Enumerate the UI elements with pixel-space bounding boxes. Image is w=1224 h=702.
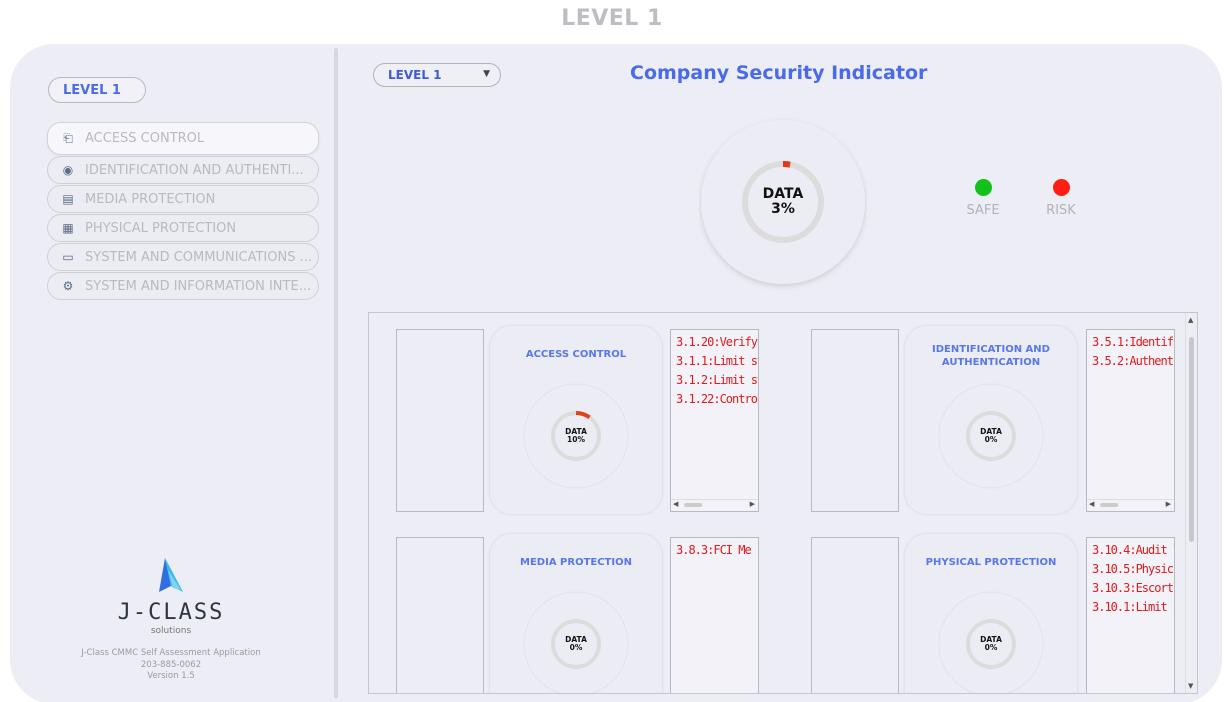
scroll-down-icon[interactable]: ▼ (1188, 682, 1193, 690)
sidebar-item-label: SYSTEM AND COMMUNICATIONS ... (85, 249, 312, 265)
domain-nav: ⎗ ACCESS CONTROL ◉ IDENTIFICATION AND AU… (47, 122, 319, 301)
sidebar-divider (334, 48, 338, 698)
level-dropdown-value: LEVEL 1 (388, 68, 442, 82)
chevron-down-icon: ▼ (483, 69, 490, 79)
brand-name: J-CLASS (117, 600, 225, 625)
domain-requirement-list[interactable]: 3.10.4:Audit l 3.10.5:Physic 3.10.3:Esco… (1086, 537, 1175, 693)
list-item[interactable]: 3.1.22:Contro (671, 390, 758, 409)
scroll-up-icon[interactable]: ▲ (1188, 316, 1193, 324)
scroll-right-icon[interactable]: ▶ (1166, 500, 1171, 508)
list-item[interactable]: 3.10.4:Audit l (1087, 541, 1174, 560)
domain-requirement-list[interactable]: 3.1.20:Verify 3.1.1:Limit sys 3.1.2:Limi… (670, 329, 759, 512)
list-item[interactable]: 3.1.20:Verify (671, 333, 758, 352)
sidebar-item-label: MEDIA PROTECTION (85, 191, 216, 207)
settings-icon: ⚙ (62, 279, 74, 293)
horizontal-scrollbar[interactable]: ◀ ▶ (671, 499, 758, 511)
domain-placeholder (811, 537, 899, 693)
legend-risk: RISK (1036, 179, 1086, 218)
sidebar-item-label: IDENTIFICATION AND AUTHENTI... (85, 162, 304, 178)
scroll-left-icon[interactable]: ◀ (1089, 500, 1094, 508)
scroll-thumb[interactable] (1189, 337, 1194, 542)
domain-gauge-percent: 10% (567, 435, 585, 444)
domain-card-title: PHYSICAL PROTECTION (925, 557, 1057, 568)
sidebar-item-identification[interactable]: ◉ IDENTIFICATION AND AUTHENTI... (47, 156, 319, 184)
domain-requirement-list[interactable]: 3.5.1:Identific 3.5.2:Authent ◀ ▶ (1086, 329, 1175, 512)
domain-placeholder (396, 537, 484, 693)
domain-placeholder (811, 329, 899, 512)
level-dropdown[interactable]: LEVEL 1 ▼ (373, 63, 501, 87)
jclass-logo (159, 558, 183, 592)
domain-card-identification[interactable]: IDENTIFICATION AND AUTHENTICATION DATA 0… (905, 326, 1077, 514)
list-item[interactable]: 3.1.1:Limit sys (671, 352, 758, 371)
domain-placeholder (396, 329, 484, 512)
computer-icon: ▭ (62, 250, 74, 264)
app-phone: 203-885-0062 (140, 659, 202, 670)
app-info: J-Class CMMC Self Assessment Application… (10, 648, 332, 683)
fingerprint-icon: ◉ (62, 163, 74, 177)
list-item[interactable]: 3.5.2:Authent (1087, 352, 1174, 371)
overall-gauge-arc (782, 161, 791, 168)
sidebar-item-label: ACCESS CONTROL (85, 131, 205, 146)
list-item[interactable]: 3.10.1:Limit p (1087, 598, 1174, 617)
door-icon: ⎗ (63, 131, 73, 145)
overall-gauge-label: DATA (762, 186, 804, 202)
domain-panel[interactable]: ACCESS CONTROL DATA 10% 3.1.20:Verify 3.… (368, 312, 1198, 694)
domain-card-title: ACCESS CONTROL (525, 349, 627, 360)
list-item[interactable]: 3.10.5:Physic (1087, 560, 1174, 579)
list-item[interactable]: 3.5.1:Identific (1087, 333, 1174, 352)
sidebar-level-badge[interactable]: LEVEL 1 (48, 77, 146, 103)
domain-card-access-control[interactable]: ACCESS CONTROL DATA 10% (490, 326, 662, 514)
domain-card-title: MEDIA PROTECTION (520, 557, 632, 568)
page-title: Company Security Indicator (630, 62, 928, 84)
sidebar-item-label: SYSTEM AND INFORMATION INTE... (85, 278, 312, 294)
legend-safe-label: SAFE (966, 203, 1000, 218)
overall-gauge: DATA 3% (699, 104, 867, 294)
scroll-left-icon[interactable]: ◀ (673, 500, 678, 508)
overall-gauge-percent: 3% (771, 201, 795, 217)
domain-card-media-protection[interactable]: MEDIA PROTECTION DATA 0% (490, 534, 662, 693)
domain-gauge-percent: 0% (984, 643, 998, 652)
domain-gauge-percent: 0% (569, 643, 583, 652)
safe-dot-icon (974, 179, 992, 196)
sidebar-item-physical-protection[interactable]: ▦ PHYSICAL PROTECTION (47, 214, 319, 242)
sidebar-item-system-communications[interactable]: ▭ SYSTEM AND COMMUNICATIONS ... (47, 243, 319, 271)
vertical-scrollbar[interactable]: ▲ ▼ (1185, 313, 1197, 693)
app-window: LEVEL 1 ⎗ ACCESS CONTROL ◉ IDENTIFICATIO… (10, 44, 1222, 702)
sidebar-item-label: PHYSICAL PROTECTION (85, 220, 237, 236)
window-title: LEVEL 1 (561, 6, 663, 31)
sidebar: LEVEL 1 ⎗ ACCESS CONTROL ◉ IDENTIFICATIO… (10, 44, 332, 702)
sidebar-item-media-protection[interactable]: ▤ MEDIA PROTECTION (47, 185, 319, 213)
app-version: Version 1.5 (147, 671, 195, 681)
media-icon: ▤ (62, 192, 74, 206)
domain-gauge-percent: 0% (984, 435, 998, 444)
list-item[interactable]: 3.8.3:FCI Me (671, 541, 758, 560)
domain-card-physical-protection[interactable]: PHYSICAL PROTECTION DATA 0% (905, 534, 1077, 693)
app-name: J-Class CMMC Self Assessment Application (81, 648, 261, 658)
legend-safe: SAFE (958, 179, 1008, 218)
legend-risk-label: RISK (1046, 203, 1076, 218)
sidebar-item-system-information[interactable]: ⚙ SYSTEM AND INFORMATION INTE... (47, 272, 319, 300)
brand-tagline: solutions (150, 626, 192, 636)
list-item[interactable]: 3.1.2:Limit sy (671, 371, 758, 390)
domain-requirement-list[interactable]: 3.8.3:FCI Me (670, 537, 759, 693)
risk-dot-icon (1052, 179, 1070, 196)
brand-block: J-CLASS solutions J-Class CMMC Self Asse… (10, 554, 332, 683)
sidebar-item-access-control[interactable]: ⎗ ACCESS CONTROL (47, 122, 319, 155)
building-icon: ▦ (62, 221, 74, 235)
domain-card-title: IDENTIFICATION AND AUTHENTICATION (932, 344, 1050, 368)
horizontal-scrollbar[interactable]: ◀ ▶ (1087, 499, 1174, 511)
scroll-right-icon[interactable]: ▶ (750, 500, 755, 508)
list-item[interactable]: 3.10.3:Escort (1087, 579, 1174, 598)
